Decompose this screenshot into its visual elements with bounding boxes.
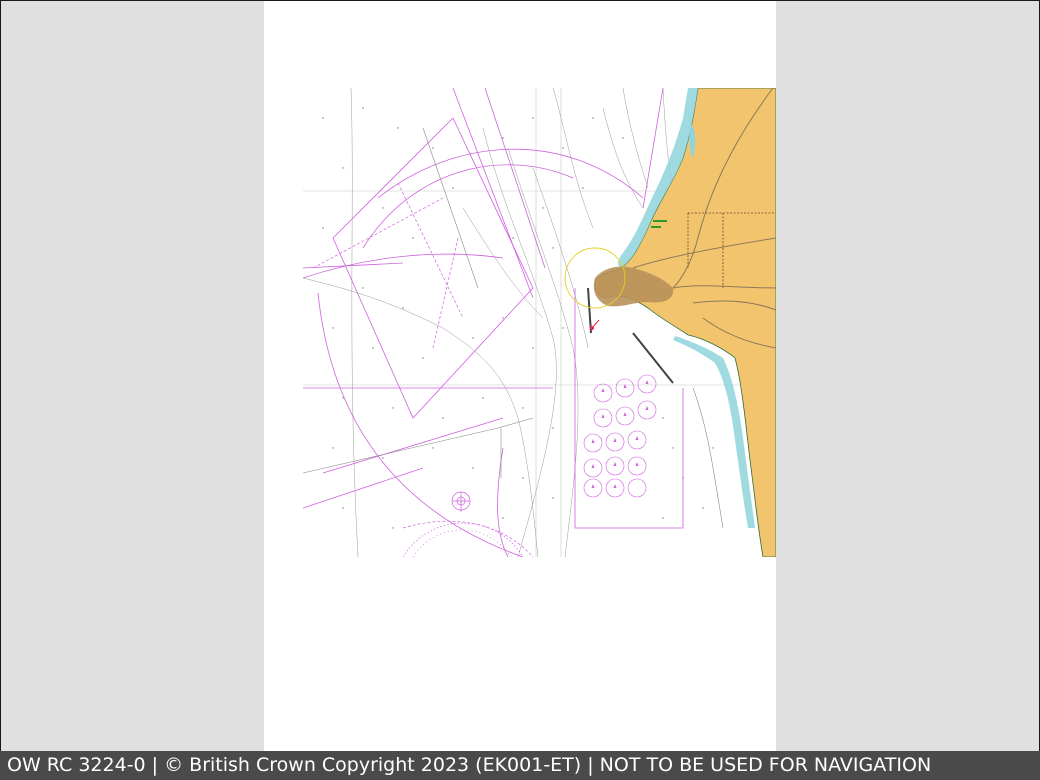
- magenta-limits: [303, 88, 684, 557]
- anchorage-icon: [591, 380, 649, 488]
- nautical-chart[interactable]: [303, 88, 776, 557]
- depth-contours: [303, 88, 676, 557]
- anchorage-circles: [583, 374, 657, 498]
- soundings: [322, 107, 714, 529]
- magenta-dashed: [312, 182, 534, 557]
- copyright-caption: OW RC 3224-0 | © British Crown Copyright…: [0, 751, 1040, 780]
- compass-rose-icon: [402, 491, 524, 557]
